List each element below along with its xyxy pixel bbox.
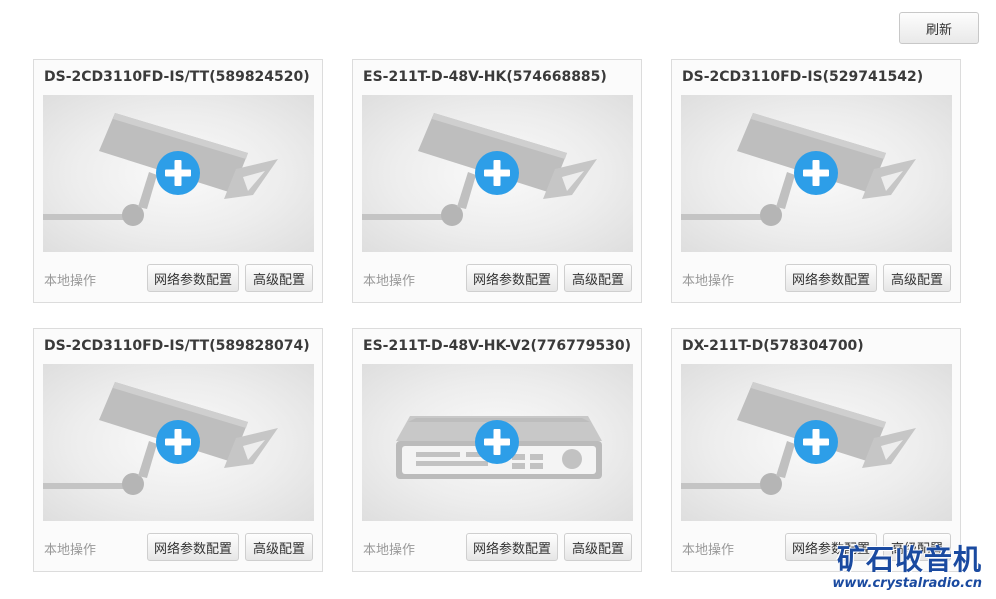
advanced-config-button[interactable]: 高级配置 — [883, 533, 951, 561]
add-device-icon[interactable] — [362, 95, 633, 252]
device-thumbnail[interactable] — [362, 95, 633, 252]
device-title: ES-211T-D-48V-HK-V2(776779530) — [363, 338, 631, 354]
device-card: DS-2CD3110FD-IS/TT(589828074) 本地操作 网络参数配… — [33, 328, 323, 572]
advanced-config-button[interactable]: 高级配置 — [245, 533, 313, 561]
local-operation-label: 本地操作 — [682, 274, 735, 289]
advanced-config-button[interactable]: 高级配置 — [564, 533, 632, 561]
network-config-button[interactable]: 网络参数配置 — [147, 264, 239, 292]
device-title: ES-211T-D-48V-HK(574668885) — [363, 69, 607, 85]
refresh-button[interactable]: 刷新 — [899, 12, 979, 44]
device-thumbnail[interactable] — [681, 364, 952, 521]
device-title: DX-211T-D(578304700) — [682, 338, 864, 354]
local-operation-label: 本地操作 — [363, 543, 416, 558]
add-device-icon[interactable] — [43, 95, 314, 252]
advanced-config-button[interactable]: 高级配置 — [883, 264, 951, 292]
advanced-config-button[interactable]: 高级配置 — [564, 264, 632, 292]
local-operation-label: 本地操作 — [44, 543, 97, 558]
network-config-button[interactable]: 网络参数配置 — [466, 264, 558, 292]
device-card: DS-2CD3110FD-IS/TT(589824520) 本地操作 网络参数配… — [33, 59, 323, 303]
local-operation-label: 本地操作 — [682, 543, 735, 558]
network-config-button[interactable]: 网络参数配置 — [466, 533, 558, 561]
device-thumbnail[interactable] — [681, 95, 952, 252]
local-operation-label: 本地操作 — [44, 274, 97, 289]
add-device-icon[interactable] — [43, 364, 314, 521]
device-title: DS-2CD3110FD-IS(529741542) — [682, 69, 924, 85]
network-config-button[interactable]: 网络参数配置 — [147, 533, 239, 561]
watermark-url: www.crystalradio.cn — [832, 576, 982, 591]
network-config-button[interactable]: 网络参数配置 — [785, 264, 877, 292]
add-device-icon[interactable] — [362, 364, 633, 521]
add-device-icon[interactable] — [681, 364, 952, 521]
add-device-icon[interactable] — [681, 95, 952, 252]
device-card: DS-2CD3110FD-IS(529741542) 本地操作 网络参数配置 高… — [671, 59, 961, 303]
advanced-config-button[interactable]: 高级配置 — [245, 264, 313, 292]
device-thumbnail[interactable] — [43, 95, 314, 252]
network-config-button[interactable]: 网络参数配置 — [785, 533, 877, 561]
local-operation-label: 本地操作 — [363, 274, 416, 289]
device-title: DS-2CD3110FD-IS/TT(589824520) — [44, 69, 310, 85]
device-card: ES-211T-D-48V-HK(574668885) 本地操作 网络参数配置 … — [352, 59, 642, 303]
device-title: DS-2CD3110FD-IS/TT(589828074) — [44, 338, 310, 354]
device-thumbnail[interactable] — [362, 364, 633, 521]
device-card: DX-211T-D(578304700) 本地操作 网络参数配置 高级配置 — [671, 328, 961, 572]
device-thumbnail[interactable] — [43, 364, 314, 521]
device-card: ES-211T-D-48V-HK-V2(776779530) 本地操作 网络参数… — [352, 328, 642, 572]
